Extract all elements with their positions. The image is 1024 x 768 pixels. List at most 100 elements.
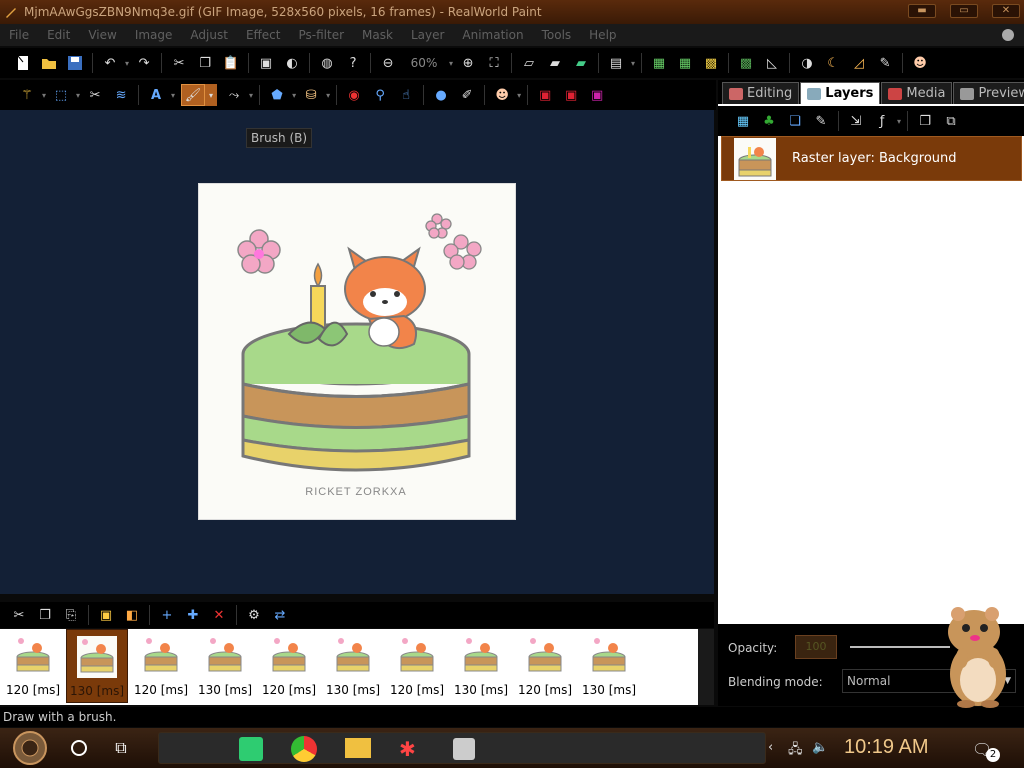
tab-preview[interactable]: Preview bbox=[953, 82, 1024, 104]
copy-layer-icon[interactable]: ⧉ bbox=[942, 112, 960, 130]
foreground-color-icon[interactable]: ▣ bbox=[562, 86, 580, 104]
menu-view[interactable]: View bbox=[79, 28, 125, 42]
frame-cut-icon[interactable]: ✂ bbox=[10, 606, 28, 624]
contrast-icon[interactable]: ◑ bbox=[798, 54, 816, 72]
new-layer-icon[interactable]: ❏ bbox=[786, 112, 804, 130]
frame-item[interactable]: 120 [ms] bbox=[514, 629, 576, 703]
selection-dropdown-icon[interactable]: ▾ bbox=[76, 91, 80, 100]
text-tool-icon[interactable]: A bbox=[147, 86, 165, 104]
file-explorer-icon[interactable] bbox=[345, 738, 371, 758]
frame-folder-icon[interactable]: ▣ bbox=[97, 606, 115, 624]
frame-item-selected[interactable]: 130 [ms] bbox=[66, 629, 128, 703]
fill-bucket-icon[interactable]: ⛁ bbox=[302, 86, 320, 104]
menu-image[interactable]: Image bbox=[126, 28, 182, 42]
grid-icon[interactable]: ▦ bbox=[650, 54, 668, 72]
brush-dropdown-icon[interactable]: ▾ bbox=[205, 84, 218, 106]
magic-wand-icon[interactable]: ⚚ bbox=[18, 86, 36, 104]
search-circle-icon[interactable] bbox=[64, 733, 94, 763]
menu-edit[interactable]: Edit bbox=[38, 28, 79, 42]
chrome-app-icon[interactable] bbox=[291, 736, 317, 762]
volume-muted-icon[interactable]: 🔈 bbox=[812, 740, 828, 755]
fill-dropdown-icon[interactable]: ▾ bbox=[326, 91, 330, 100]
duplicate-layer-icon[interactable]: ❐ bbox=[916, 112, 934, 130]
frame-import-icon[interactable]: ◧ bbox=[123, 606, 141, 624]
frames-scrollbar[interactable] bbox=[698, 629, 714, 705]
layers-stack-icon[interactable]: ▤ bbox=[607, 54, 625, 72]
person-icon[interactable]: ☻ bbox=[493, 86, 511, 104]
undo-dropdown-icon[interactable]: ▾ bbox=[125, 59, 129, 68]
brush-tool-icon[interactable]: 🖌 bbox=[181, 84, 206, 106]
selection-icon[interactable]: ⬚ bbox=[52, 86, 70, 104]
frame-paste-icon[interactable]: ⎘ bbox=[62, 606, 80, 624]
picture-icon[interactable]: ▩ bbox=[737, 54, 755, 72]
frame-item[interactable]: 120 [ms] bbox=[2, 629, 64, 703]
user-icon[interactable]: ☻ bbox=[911, 54, 929, 72]
tab-media[interactable]: Media bbox=[881, 82, 953, 104]
frame-item[interactable]: 130 [ms] bbox=[322, 629, 384, 703]
tree-icon[interactable]: ♣ bbox=[760, 112, 778, 130]
paint-app-icon[interactable]: ✱ bbox=[399, 737, 423, 761]
cut-icon[interactable]: ✂ bbox=[170, 54, 188, 72]
help-icon[interactable] bbox=[1002, 29, 1014, 41]
red-eye-icon[interactable]: ◉ bbox=[345, 86, 363, 104]
add-frames-icon[interactable]: ✚ bbox=[184, 606, 202, 624]
zoom-level[interactable]: 60% bbox=[401, 56, 447, 70]
reverse-frames-icon[interactable]: ⇄ bbox=[271, 606, 289, 624]
frame-item[interactable]: 120 [ms] bbox=[386, 629, 448, 703]
menu-animation[interactable]: Animation bbox=[453, 28, 532, 42]
layer-grid-icon[interactable]: ▦ bbox=[734, 112, 752, 130]
zoom-out-icon[interactable]: ⊖ bbox=[379, 54, 397, 72]
start-gear-icon[interactable] bbox=[8, 730, 52, 766]
menu-adjust[interactable]: Adjust bbox=[181, 28, 237, 42]
menu-ps-filter[interactable]: Ps-filter bbox=[289, 28, 353, 42]
open-folder-icon[interactable] bbox=[40, 54, 58, 72]
layer-effects-icon[interactable]: ƒ bbox=[873, 112, 891, 130]
airbrush-dropdown-icon[interactable]: ▾ bbox=[249, 91, 253, 100]
minimize-button[interactable]: ▬ bbox=[908, 4, 936, 18]
layer-item-background[interactable]: Raster layer: Background bbox=[721, 136, 1022, 181]
triangle-ruler-icon[interactable]: ◿ bbox=[850, 54, 868, 72]
clone-stamp-icon[interactable]: ⚲ bbox=[371, 86, 389, 104]
tab-layers[interactable]: Layers bbox=[800, 82, 881, 104]
frame-item[interactable]: 130 [ms] bbox=[194, 629, 256, 703]
effects-dropdown-icon[interactable]: ▾ bbox=[897, 117, 901, 126]
frame-item[interactable]: 120 [ms] bbox=[130, 629, 192, 703]
menu-file[interactable]: File bbox=[0, 28, 38, 42]
edit-layer-icon[interactable]: ✎ bbox=[812, 112, 830, 130]
layers-dropdown-icon[interactable]: ▾ bbox=[631, 59, 635, 68]
menu-effect[interactable]: Effect bbox=[237, 28, 290, 42]
lasso-icon[interactable]: ✂ bbox=[86, 86, 104, 104]
frame-item[interactable]: 130 [ms] bbox=[450, 629, 512, 703]
zoom-dropdown-icon[interactable]: ▾ bbox=[449, 59, 453, 68]
crop-icon[interactable]: ▣ bbox=[257, 54, 275, 72]
opacity-input[interactable]: 100 bbox=[795, 635, 837, 659]
person-dropdown-icon[interactable]: ▾ bbox=[517, 91, 521, 100]
menu-layer[interactable]: Layer bbox=[402, 28, 453, 42]
shape-dropdown-icon[interactable]: ▾ bbox=[292, 91, 296, 100]
smudge-finger-icon[interactable]: ☝ bbox=[397, 86, 415, 104]
moon-icon[interactable]: ☾ bbox=[824, 54, 842, 72]
background-color-icon[interactable]: ▣ bbox=[588, 86, 606, 104]
menu-tools[interactable]: Tools bbox=[533, 28, 581, 42]
undo-icon[interactable]: ↶ bbox=[101, 54, 119, 72]
delete-frame-icon[interactable]: ✕ bbox=[210, 606, 228, 624]
maximize-button[interactable]: ▭ bbox=[950, 4, 978, 18]
paste-icon[interactable]: 📋 bbox=[222, 54, 240, 72]
shape-icon[interactable]: ⬟ bbox=[268, 86, 286, 104]
layer-mode-2-icon[interactable]: ▰ bbox=[546, 54, 564, 72]
wand-dropdown-icon[interactable]: ▾ bbox=[42, 91, 46, 100]
clock[interactable]: 10:19 AM bbox=[844, 736, 929, 759]
image-icon[interactable]: ▩ bbox=[702, 54, 720, 72]
network-icon[interactable]: 🖧 bbox=[788, 740, 803, 762]
save-icon[interactable] bbox=[66, 54, 84, 72]
rotate-icon[interactable]: ◐ bbox=[283, 54, 301, 72]
task-view-icon[interactable]: ⧉ bbox=[106, 733, 136, 763]
pen-icon[interactable]: ✎ bbox=[876, 54, 894, 72]
frame-settings-icon[interactable]: ⚙ bbox=[245, 606, 263, 624]
layer-mode-3-icon[interactable]: ▰ bbox=[572, 54, 590, 72]
fit-window-icon[interactable]: ⛶ bbox=[485, 54, 503, 72]
airbrush-icon[interactable]: ⤳ bbox=[225, 86, 243, 104]
copy-icon[interactable]: ❐ bbox=[196, 54, 214, 72]
opacity-slider[interactable] bbox=[850, 646, 950, 648]
blur-sphere-icon[interactable]: ● bbox=[432, 86, 450, 104]
